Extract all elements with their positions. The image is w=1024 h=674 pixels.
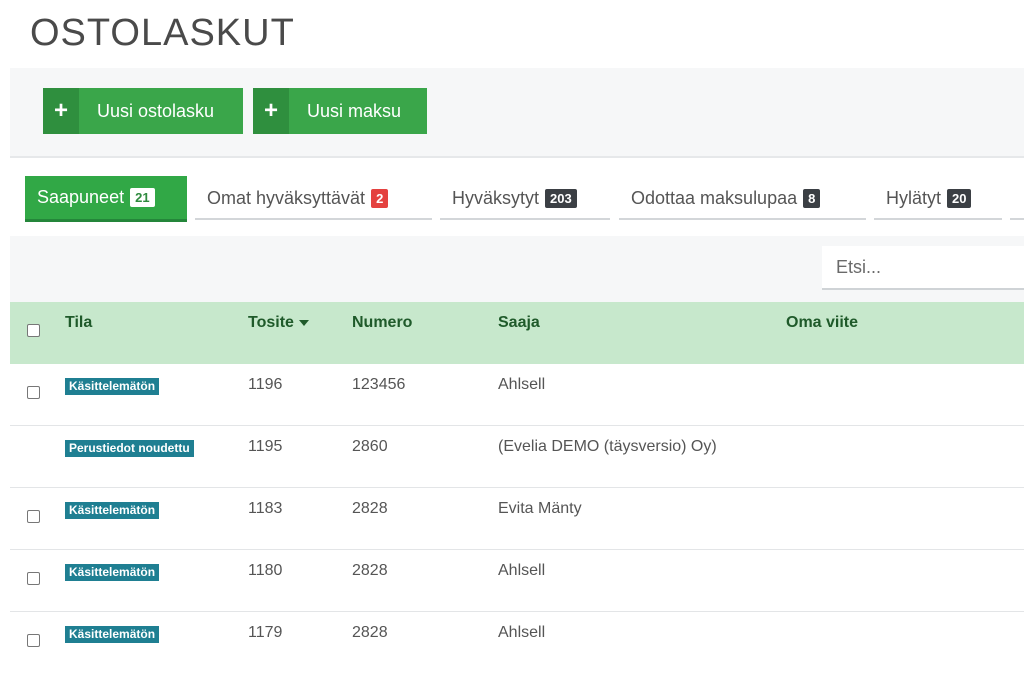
column-header-tosite[interactable]: Tosite	[248, 314, 309, 332]
table-row[interactable]: Käsittelemätön 1196 123456 Ahlsell	[10, 364, 1024, 426]
count-badge: 20	[947, 188, 972, 208]
cell-numero: 2828	[352, 624, 388, 641]
column-header-numero[interactable]: Numero	[352, 314, 412, 332]
cell-saaja: Evita Mänty	[498, 500, 582, 517]
count-badge: 21	[130, 188, 155, 207]
cell-numero: 2828	[352, 562, 388, 579]
count-badge: 203	[545, 188, 577, 208]
row-checkbox[interactable]	[27, 572, 40, 585]
tab-hyvaksytyt[interactable]: Hyväksytyt 203	[440, 178, 610, 220]
tab-bar: Saapuneet 21 Omat hyväksyttävät 2 Hyväks…	[0, 176, 1024, 226]
cell-tosite: 1196	[248, 376, 283, 393]
toolbar: + Uusi ostolasku + Uusi maksu	[10, 68, 1024, 158]
cell-numero: 2860	[352, 438, 388, 455]
column-header-oma-viite[interactable]: Oma viite	[786, 314, 858, 332]
count-badge: 8	[803, 188, 821, 208]
cell-saaja: Ahlsell	[498, 562, 546, 579]
column-header-tila[interactable]: Tila	[65, 314, 92, 332]
cell-tosite: 1195	[248, 438, 283, 455]
page-title: OSTOLASKUT	[30, 12, 295, 54]
status-badge: Käsittelemätön	[65, 564, 160, 581]
cell-numero: 2828	[352, 500, 388, 517]
tab-odottaa-maksulupaa[interactable]: Odottaa maksulupaa 8	[619, 178, 866, 220]
search-bar	[10, 236, 1024, 302]
tab-overflow	[1010, 178, 1024, 220]
new-purchase-invoice-button[interactable]: + Uusi ostolasku	[43, 88, 243, 134]
cell-saaja: Ahlsell	[498, 376, 546, 393]
sort-desc-icon	[298, 319, 309, 326]
cell-tosite: 1180	[248, 562, 283, 579]
table-header: Tila Tosite Numero Saaja Oma viite	[10, 302, 1024, 364]
new-payment-label: Uusi maksu	[307, 100, 402, 121]
tab-label: Odottaa maksulupaa	[631, 187, 798, 208]
cell-tosite: 1179	[248, 624, 283, 641]
tab-label: Omat hyväksyttävät	[207, 187, 366, 208]
table-row[interactable]: Perustiedot noudettu 1195 2860 (Evelia D…	[10, 426, 1024, 488]
cell-numero: 123456	[352, 376, 406, 393]
status-badge: Käsittelemätön	[65, 502, 160, 519]
cell-saaja: Ahlsell	[498, 624, 546, 641]
count-badge: 2	[371, 188, 389, 208]
plus-icon: +	[253, 88, 289, 134]
cell-tosite: 1183	[248, 500, 283, 517]
tab-label: Hylätyt	[886, 187, 942, 208]
row-checkbox[interactable]	[27, 386, 40, 399]
column-header-saaja[interactable]: Saaja	[498, 314, 540, 332]
table-row[interactable]: Käsittelemätön 1183 2828 Evita Mänty	[10, 488, 1024, 550]
tab-hylatyt[interactable]: Hylätyt 20	[874, 178, 1002, 220]
tab-omat-hyvaksyttavat[interactable]: Omat hyväksyttävät 2	[195, 178, 432, 220]
status-badge: Perustiedot noudettu	[65, 440, 194, 457]
tab-label: Saapuneet	[37, 187, 125, 207]
column-header-label: Tosite	[248, 314, 294, 331]
status-badge: Käsittelemätön	[65, 626, 160, 643]
new-payment-button[interactable]: + Uusi maksu	[253, 88, 427, 134]
table-row[interactable]: Käsittelemätön 1179 2828 Ahlsell	[10, 612, 1024, 674]
status-badge: Käsittelemätön	[65, 378, 160, 395]
new-purchase-invoice-label: Uusi ostolasku	[97, 100, 215, 121]
select-all-checkbox[interactable]	[27, 324, 40, 337]
tab-label: Hyväksytyt	[452, 187, 540, 208]
row-checkbox[interactable]	[27, 634, 40, 647]
table-row[interactable]: Käsittelemätön 1180 2828 Ahlsell	[10, 550, 1024, 612]
cell-saaja: (Evelia DEMO (täysversio) Oy)	[498, 438, 717, 455]
row-checkbox[interactable]	[27, 510, 40, 523]
plus-icon: +	[43, 88, 79, 134]
search-input[interactable]	[822, 246, 1024, 290]
tab-saapuneet[interactable]: Saapuneet 21	[25, 176, 187, 222]
